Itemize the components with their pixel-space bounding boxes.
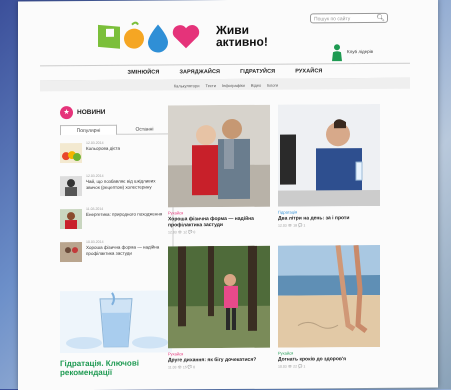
article-image[interactable] (278, 103, 380, 207)
article-title[interactable]: Хороша фізична форма — надійна профілакт… (168, 216, 270, 229)
news-text: Чай, що позбавляє від шкідливих звичок (… (86, 178, 156, 190)
person-icon (332, 44, 342, 62)
sub-nav-video[interactable]: Відео (251, 82, 261, 87)
article-category[interactable]: Гідратація (278, 209, 380, 215)
tab-popular[interactable]: Популярні (60, 124, 117, 136)
news-item[interactable]: 10.03.2014 Хороша фізична форма — надійн… (60, 237, 170, 268)
sub-nav-infographics[interactable]: Інфографіки (222, 82, 245, 87)
search-input[interactable]: Пошук по сайту 🔍︎ (310, 12, 388, 24)
news-thumbnail (60, 242, 82, 263)
article-title[interactable]: Два літри на день: за і проти (278, 215, 380, 221)
news-header: ★ НОВИНИ (60, 106, 150, 121)
article-category[interactable]: Рухайся (168, 351, 270, 356)
sub-nav-tests[interactable]: Тести (205, 83, 216, 88)
article-image[interactable] (278, 244, 380, 348)
news-tabs: Популярні Останні (60, 124, 172, 136)
news-text: Енергетика: природного походження (86, 211, 163, 217)
article-meta: 11.03 👁 15 💬 0 (168, 365, 196, 370)
news-item[interactable]: 11.03.2014 Енергетика: природного походж… (60, 204, 170, 235)
club-label: Клуб лідерів (347, 48, 374, 55)
promo-caption[interactable]: Гідратація. Ключові рекомендації (60, 358, 172, 378)
tab-latest[interactable]: Останні (117, 124, 172, 135)
news-text: Хороша фізична форма — надійна профілакт… (86, 244, 160, 256)
news-thumbnail (60, 143, 82, 164)
news-text: Кольорова дієта (86, 145, 121, 151)
news-item[interactable]: 12.03.2014 Чай, що позбавляє від шкідлив… (60, 171, 170, 202)
site-page: Живи активно! Пошук по сайту 🔍︎ Клуб лід… (18, 0, 438, 390)
article-card[interactable]: Гідратація Два літри на день: за і проти… (278, 103, 380, 228)
article-image[interactable] (168, 245, 270, 349)
article-meta: 12.03 👁 12 💬 0 (168, 230, 196, 235)
article-category[interactable]: Рухайся (168, 210, 270, 215)
nav-item-hydrate[interactable]: ГІДРАТУЙСЯ (240, 69, 275, 75)
article-category[interactable]: Рухайся (278, 350, 380, 356)
article-card[interactable]: Рухайся Хороша фізична форма — надійна п… (168, 104, 270, 235)
search-icon[interactable]: 🔍︎ (376, 14, 385, 24)
search-placeholder: Пошук по сайту (314, 16, 351, 23)
article-meta: 12.03 👁 18 💬 1 (278, 223, 306, 228)
news-thumbnail (60, 176, 82, 197)
article-card[interactable]: Рухайся Друге дихання: як бігу дочекатис… (168, 245, 270, 370)
news-date: 12.03.2014 (86, 173, 104, 178)
article-meta: 10.03 👁 22 💬 1 (278, 364, 306, 369)
news-date: 10.03.2014 (86, 239, 104, 244)
site-logo[interactable] (96, 18, 216, 53)
news-icon: ★ (60, 106, 73, 120)
news-date: 11.03.2014 (86, 206, 104, 211)
club-link[interactable]: Клуб лідерів (331, 43, 391, 62)
water-glass-image[interactable] (60, 290, 172, 354)
news-item[interactable]: 12.03.2014 Кольорова дієта (60, 138, 170, 169)
article-title[interactable]: Друге дихання: як бігу дочекатися? (168, 357, 270, 364)
news-date: 12.03.2014 (86, 140, 104, 145)
sub-nav: Калькулятори Тести Інфографіки Відео Бло… (126, 79, 326, 90)
sub-nav-blogs[interactable]: Блоги (267, 82, 278, 87)
article-title[interactable]: Догнать кроків до здоров'я (278, 356, 380, 362)
nav-item-charge[interactable]: ЗАРЯДЖАЙСЯ (179, 69, 220, 75)
nav-item-move[interactable]: РУХАЙСЯ (295, 68, 322, 74)
news-title: НОВИНИ (77, 108, 106, 117)
logo-text: Живи активно! (216, 22, 268, 50)
news-thumbnail (60, 209, 82, 230)
nav-item-change[interactable]: ЗМІНЮЙСЯ (128, 69, 160, 75)
sub-nav-calculators[interactable]: Калькулятори (174, 83, 200, 88)
article-image[interactable] (168, 104, 270, 208)
news-list: 12.03.2014 Кольорова дієта 12.03.2014 Ча… (60, 138, 170, 271)
article-card[interactable]: Рухайся Догнать кроків до здоров'я 10.03… (278, 244, 380, 369)
